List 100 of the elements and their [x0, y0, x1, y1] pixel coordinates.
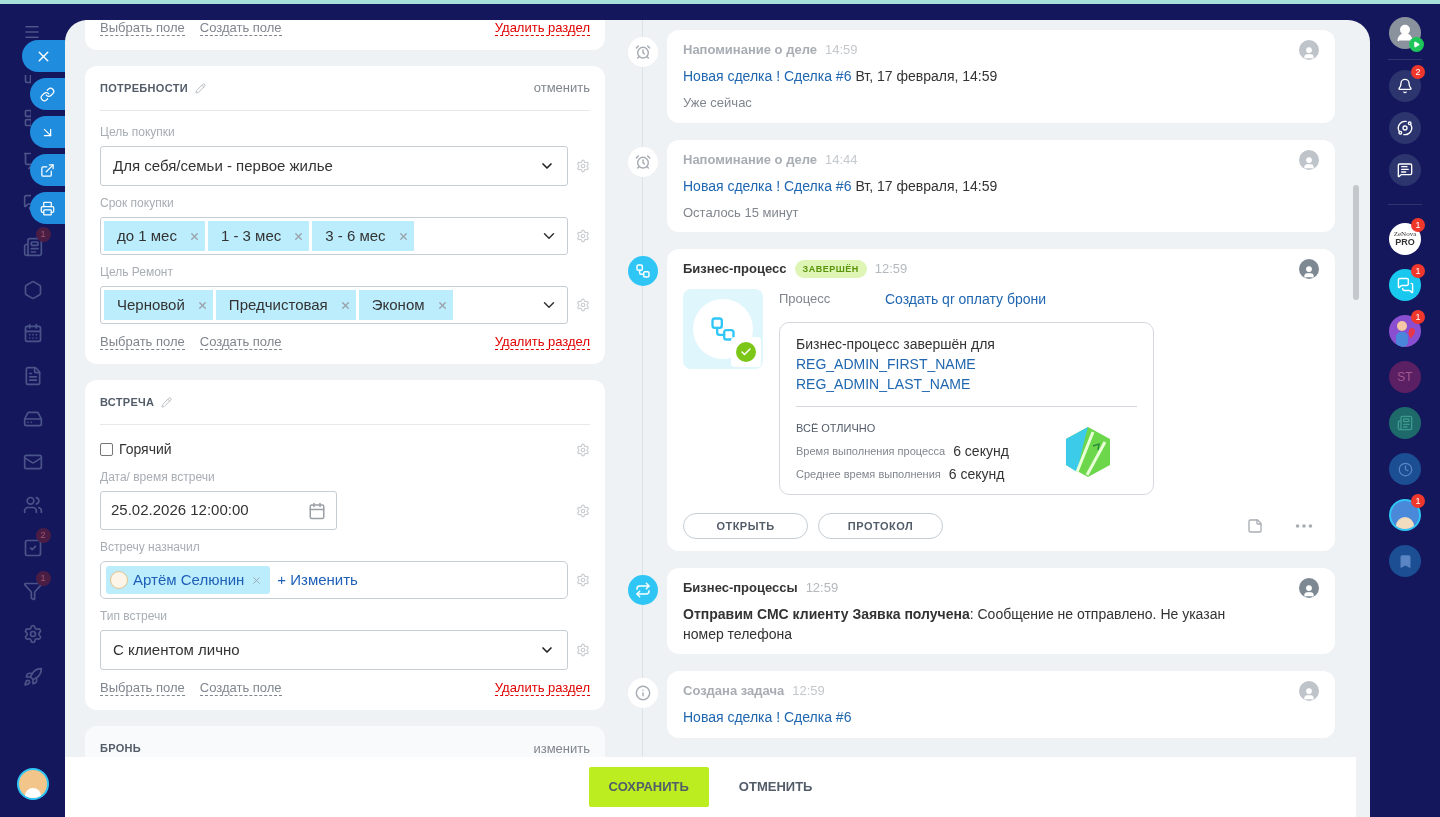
notification-badge: 1: [1411, 264, 1425, 278]
user-avatar[interactable]: [16, 768, 49, 800]
clock-icon: [1397, 461, 1413, 477]
user-field[interactable]: Артём Селюнин + Изменить: [100, 561, 568, 599]
author-avatar[interactable]: [1299, 149, 1319, 170]
settings-icon[interactable]: [576, 503, 590, 518]
copilot-button[interactable]: [1389, 112, 1421, 144]
change-link[interactable]: + Изменить: [277, 568, 358, 592]
field-link[interactable]: Создать поле: [199, 20, 282, 36]
deal-link[interactable]: Новая сделка ! Сделка #6: [683, 709, 852, 725]
profile-avatar[interactable]: [1389, 17, 1421, 49]
multiselect-field[interactable]: до 1 мес 1 - 3 мес 3 - 6 мес: [100, 217, 568, 255]
name-link[interactable]: REG_ADMIN_LAST_NAME: [796, 376, 971, 392]
settings-icon[interactable]: [576, 442, 590, 457]
field-label: Встречу назначил: [100, 539, 201, 556]
rocket-icon[interactable]: [22, 666, 43, 687]
process-label: Процесс: [779, 290, 832, 308]
field-link[interactable]: Создать поле: [199, 680, 282, 696]
tag: до 1 мес: [104, 221, 205, 251]
event-time: 14:59: [824, 41, 858, 60]
notification-badge: 2: [35, 528, 51, 543]
pencil-icon[interactable]: [161, 396, 173, 408]
settings-icon[interactable]: [576, 298, 590, 312]
user-icon: [1395, 23, 1415, 43]
messenger-button[interactable]: [1389, 154, 1421, 186]
pencil-icon[interactable]: [194, 82, 206, 94]
settings-icon[interactable]: [22, 623, 43, 644]
reminder-date: Вт, 17 февраля, 14:59: [855, 68, 998, 84]
cancel-button[interactable]: ОТМЕНИТЬ: [718, 767, 833, 807]
remove-icon[interactable]: [196, 299, 208, 311]
notifications-button[interactable]: [1389, 70, 1421, 102]
side-action-button[interactable]: [30, 154, 65, 186]
event-title: Бизнес-процессы: [683, 579, 798, 598]
deal-link[interactable]: Новая сделка ! Сделка #6: [683, 68, 852, 84]
author-avatar[interactable]: [1299, 40, 1319, 60]
remove-icon[interactable]: [188, 230, 200, 242]
delete-section-link[interactable]: Удалить раздел: [494, 20, 590, 36]
delete-section-link[interactable]: Удалить раздел: [494, 680, 590, 696]
chat-app-icon[interactable]: [1389, 269, 1421, 301]
section-title: ПОТРЕБНОСТИ: [100, 80, 188, 96]
deal-link[interactable]: Новая сделка ! Сделка #6: [683, 177, 852, 194]
user-tag: Артём Селюнин: [106, 566, 271, 594]
note-icon[interactable]: [1247, 518, 1263, 534]
field-label: Цель покупки: [100, 124, 176, 141]
field-label: Срок покупки: [100, 195, 175, 212]
side-action-button[interactable]: [30, 192, 65, 224]
stat-label: Среднее время выполнения: [796, 467, 941, 482]
author-avatar[interactable]: [1299, 578, 1319, 598]
author-avatar[interactable]: [1299, 681, 1319, 701]
remove-icon[interactable]: [293, 230, 305, 242]
date-time-field[interactable]: 25.02.2026 12:00:00: [100, 491, 337, 530]
author-avatar[interactable]: [1299, 259, 1319, 279]
field-link[interactable]: Выбрать поле: [100, 680, 185, 696]
stat-value: 6 секунд: [953, 442, 1009, 461]
calendar-icon[interactable]: [22, 322, 43, 343]
name-link[interactable]: REG_ADMIN_FIRST_NAME: [796, 356, 976, 372]
contact-app-icon[interactable]: [1389, 453, 1421, 485]
orbit-icon: [1397, 120, 1413, 136]
calendar-icon[interactable]: [308, 501, 326, 520]
external-link-icon: [40, 162, 55, 178]
select-field[interactable]: Для себя/семьи - первое жилье: [100, 146, 568, 186]
side-action-button[interactable]: [30, 116, 65, 148]
bookmark-button[interactable]: [1389, 545, 1421, 577]
play-icon: [1409, 37, 1424, 52]
stat-label: Время выполнения процесса: [796, 444, 946, 459]
settings-icon[interactable]: [576, 573, 590, 587]
user-avatar[interactable]: [1389, 499, 1421, 531]
save-button[interactable]: СОХРАНИТЬ: [588, 767, 709, 807]
hexagon-icon[interactable]: [22, 279, 43, 300]
news-app-icon[interactable]: [1389, 407, 1421, 439]
remove-icon[interactable]: [436, 299, 448, 311]
remove-icon[interactable]: [397, 230, 409, 242]
delete-section-link[interactable]: Удалить раздел: [494, 334, 590, 350]
remove-icon[interactable]: [251, 574, 263, 586]
field-link[interactable]: Выбрать поле: [100, 20, 185, 36]
select-field[interactable]: С клиентом лично: [100, 630, 568, 670]
close-button[interactable]: [22, 40, 65, 72]
settings-icon[interactable]: [576, 643, 590, 657]
alarm-clock-icon: [628, 146, 658, 177]
event-title: Создана задача: [683, 682, 785, 701]
people-icon[interactable]: [22, 494, 43, 515]
newspaper-icon[interactable]: [22, 236, 43, 257]
settings-icon[interactable]: [576, 229, 590, 243]
reminder-note: Уже сейчас: [683, 94, 753, 112]
field-link[interactable]: Выбрать поле: [100, 334, 185, 350]
newspaper-icon: [1397, 415, 1413, 431]
checkbox-icon[interactable]: [22, 537, 43, 558]
checkbox[interactable]: [100, 443, 113, 456]
side-action-button[interactable]: [30, 78, 65, 110]
event-time: 12:59: [805, 579, 839, 598]
filter-icon[interactable]: [22, 580, 43, 601]
remove-icon[interactable]: [339, 299, 351, 311]
notification-badge: 1: [35, 571, 51, 586]
field-link[interactable]: Создать поле: [199, 334, 282, 350]
section-action-link[interactable]: изменить: [533, 738, 590, 757]
app-icon[interactable]: [1389, 315, 1421, 347]
process-link[interactable]: Создать qr оплату брони: [885, 289, 1047, 310]
multiselect-field[interactable]: Черновой Предчистовая Эконом: [100, 286, 568, 324]
section-action-link[interactable]: отменить: [533, 78, 590, 98]
settings-icon[interactable]: [576, 159, 590, 173]
